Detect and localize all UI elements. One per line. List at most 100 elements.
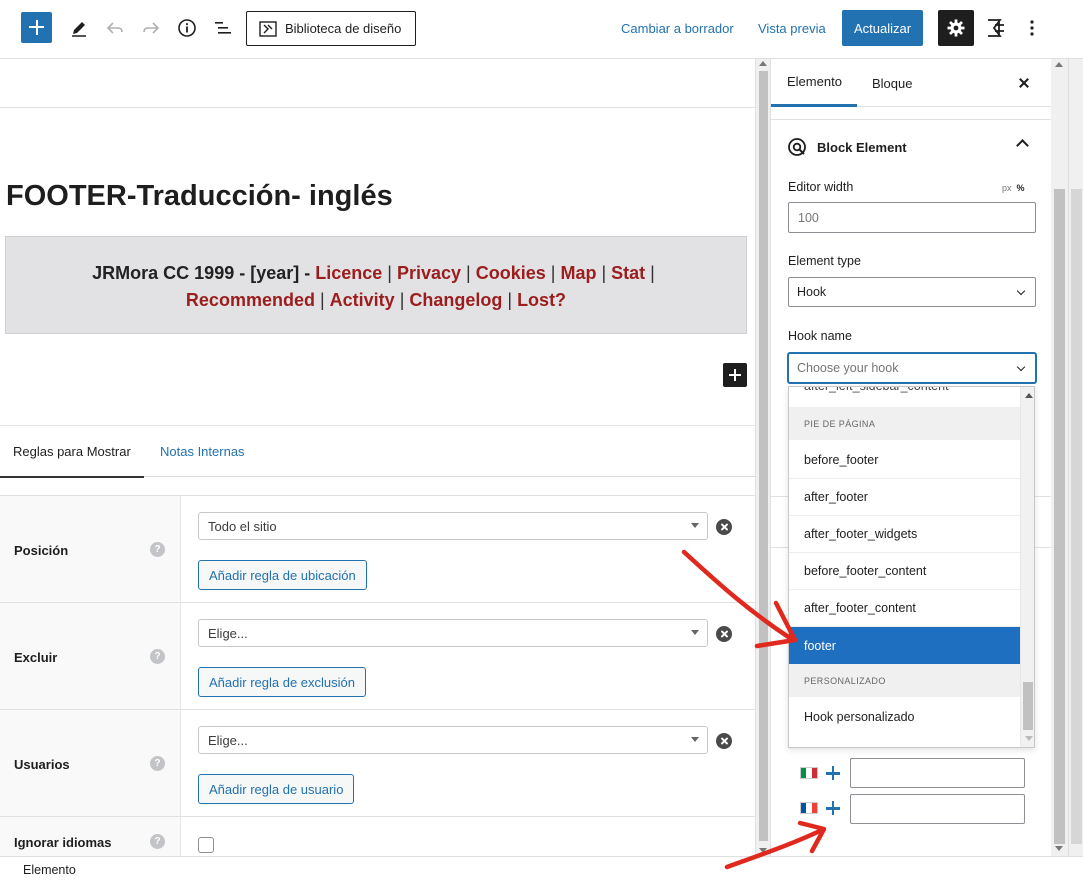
rule-label-ignore-languages: Ignorar idiomas <box>14 835 112 850</box>
window-scrollbar-thumb[interactable] <box>1071 189 1082 844</box>
hook-option[interactable]: Hook personalizado <box>789 698 1020 735</box>
editor-scrollbar[interactable] <box>755 59 770 856</box>
unit-switcher: px% <box>1002 183 1025 193</box>
footer-link-stat[interactable]: Stat <box>611 263 645 283</box>
post-title[interactable]: FOOTER-Traducción- inglés <box>6 180 393 213</box>
scroll-up-icon[interactable] <box>1055 62 1063 67</box>
hook-dropdown-scrollbar-thumb[interactable] <box>1023 682 1033 730</box>
scroll-up-icon[interactable] <box>1024 393 1033 398</box>
users-select[interactable]: Elige... <box>198 726 708 754</box>
switch-to-draft-button[interactable]: Cambiar a borrador <box>621 21 734 36</box>
footer-link-privacy[interactable]: Privacy <box>397 263 461 283</box>
hook-name-placeholder: Choose your hook <box>797 361 899 375</box>
tab-element[interactable]: Elemento <box>771 59 857 107</box>
editor-width-label: Editor width <box>788 180 854 194</box>
editor-width-input[interactable]: 100 <box>788 202 1036 233</box>
add-user-rule-button[interactable]: Añadir regla de usuario <box>198 774 355 804</box>
add-location-rule-button[interactable]: Añadir regla de ubicación <box>198 560 367 590</box>
ignore-languages-checkbox[interactable] <box>198 837 214 853</box>
generateblocks-icon[interactable] <box>984 15 1008 41</box>
tab-block[interactable]: Bloque <box>872 59 912 107</box>
hook-dropdown-list: after_left_sidebar_content PIE DE PÁGINA… <box>788 386 1035 748</box>
exclude-select[interactable]: Elige... <box>198 619 708 647</box>
scroll-down-icon[interactable] <box>1024 736 1033 741</box>
settings-button[interactable] <box>938 10 974 46</box>
footer-prefix: JRMora CC 1999 - [year] - <box>92 263 311 283</box>
tab-display-rules[interactable]: Reglas para Mostrar <box>0 426 144 478</box>
list-view-icon[interactable] <box>211 15 235 41</box>
footer-link-activity[interactable]: Activity <box>330 290 395 310</box>
unit-px[interactable]: px <box>1002 183 1012 193</box>
add-exclude-rule-button[interactable]: Añadir regla de exclusión <box>198 667 366 697</box>
window-scrollbar[interactable] <box>1068 59 1083 856</box>
element-type-select[interactable]: Hook <box>788 277 1036 307</box>
scroll-down-icon[interactable] <box>1055 846 1063 851</box>
hook-name-label: Hook name <box>788 329 852 343</box>
preview-button[interactable]: Vista previa <box>758 21 826 36</box>
footer-link-cookies[interactable]: Cookies <box>476 263 546 283</box>
breadcrumb[interactable]: Elemento <box>23 863 76 877</box>
design-library-button[interactable]: Biblioteca de diseño <box>246 11 416 46</box>
caret-down-icon <box>691 523 699 528</box>
chevron-up-icon[interactable] <box>1016 139 1029 152</box>
hook-option[interactable]: after_footer <box>789 479 1020 516</box>
french-translation-input[interactable] <box>850 794 1025 824</box>
location-select[interactable]: Todo el sitio <box>198 512 708 540</box>
remove-location-icon[interactable] <box>716 519 732 535</box>
hook-option[interactable]: after_left_sidebar_content <box>789 387 1020 397</box>
editor-scrollbar-thumb[interactable] <box>759 71 768 841</box>
hook-option[interactable]: before_footer_content <box>789 553 1020 590</box>
editor-canvas: FOOTER-Traducción- inglés JRMora CC 1999… <box>0 59 755 856</box>
remove-users-icon[interactable] <box>716 733 732 749</box>
footer-link-recommended[interactable]: Recommended <box>186 290 315 310</box>
footer-link-lost[interactable]: Lost? <box>517 290 566 310</box>
close-icon[interactable] <box>1016 75 1032 91</box>
undo-icon[interactable] <box>103 15 127 41</box>
sidebar-scrollbar[interactable] <box>1051 59 1068 856</box>
flag-italy-icon <box>800 767 818 779</box>
rule-row-location: Posición ? Todo el sitio Añadir regla de… <box>0 495 755 602</box>
block-inserter-button[interactable] <box>723 363 747 387</box>
update-button[interactable]: Actualizar <box>842 10 923 46</box>
display-rules-tabs: Reglas para Mostrar Notas Internas <box>0 425 755 478</box>
scroll-up-icon[interactable] <box>759 61 767 66</box>
hook-name-select[interactable]: Choose your hook <box>788 353 1036 383</box>
help-icon[interactable]: ? <box>150 542 165 557</box>
block-element-panel-toggle[interactable]: Block Element <box>787 137 907 157</box>
tab-internal-notes[interactable]: Notas Internas <box>160 426 245 477</box>
status-bar: Elemento <box>0 856 1083 883</box>
panel-divider <box>771 119 1051 120</box>
rule-label-exclude: Excluir <box>14 650 58 665</box>
add-block-button[interactable] <box>21 12 52 43</box>
panel-title: Block Element <box>817 139 907 155</box>
italian-translation-input[interactable] <box>850 758 1025 788</box>
rule-label-users: Usuarios <box>14 757 70 772</box>
hook-option-selected[interactable]: footer <box>789 627 1020 664</box>
add-french-translation-button[interactable] <box>826 801 840 815</box>
footer-link-changelog[interactable]: Changelog <box>409 290 502 310</box>
footer-line-1: JRMora CC 1999 - [year] - Licence | Privac… <box>92 263 655 283</box>
help-icon[interactable]: ? <box>150 649 165 664</box>
remove-exclude-icon[interactable] <box>716 626 732 642</box>
help-icon[interactable]: ? <box>150 834 165 849</box>
help-icon[interactable]: ? <box>150 756 165 771</box>
hook-option[interactable]: before_footer <box>789 442 1020 479</box>
footer-line-2: Recommended | Activity | Changelog | Lost? <box>185 290 567 310</box>
sidebar-scrollbar-thumb[interactable] <box>1054 189 1065 844</box>
hook-dropdown-scrollbar[interactable] <box>1020 387 1034 747</box>
add-italian-translation-button[interactable] <box>826 766 840 780</box>
exclude-select-value: Elige... <box>208 625 248 641</box>
pencil-icon[interactable] <box>67 15 91 41</box>
footer-link-licence[interactable]: Licence <box>315 263 382 283</box>
scroll-down-icon[interactable] <box>759 848 767 853</box>
unit-percent[interactable]: % <box>1017 183 1025 193</box>
hook-group-footer: PIE DE PÁGINA <box>789 407 1020 440</box>
footer-text-block[interactable]: JRMora CC 1999 - [year] - Licence | Privac… <box>5 236 747 334</box>
info-icon[interactable] <box>175 15 199 41</box>
flag-france-icon <box>800 802 818 814</box>
hook-option[interactable]: after_footer_widgets <box>789 516 1020 553</box>
redo-icon[interactable] <box>139 15 163 41</box>
footer-link-map[interactable]: Map <box>560 263 596 283</box>
hook-option[interactable]: after_footer_content <box>789 590 1020 627</box>
more-vertical-icon[interactable] <box>1020 15 1044 41</box>
